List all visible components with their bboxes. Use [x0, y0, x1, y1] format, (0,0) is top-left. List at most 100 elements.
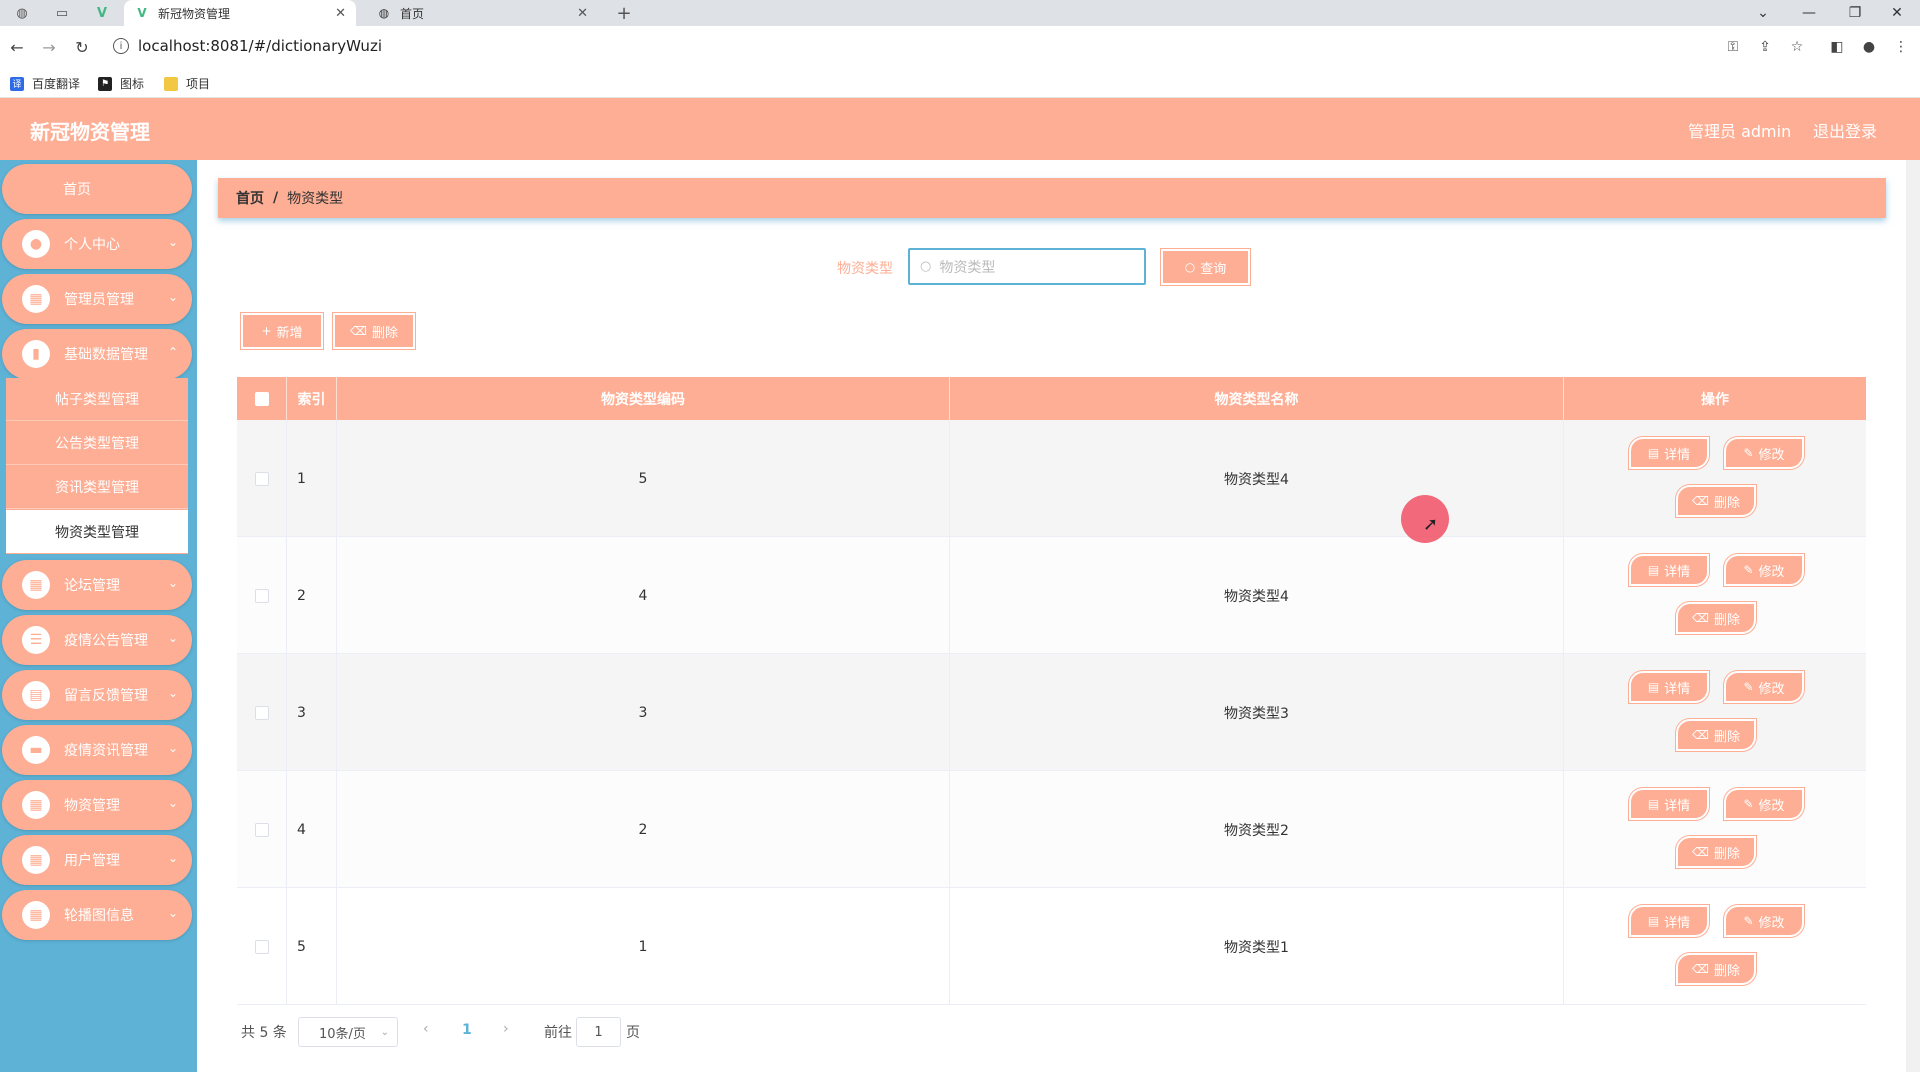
profile-icon[interactable]: ●: [1859, 37, 1879, 57]
bookmark-item[interactable]: ⚑ 图标: [98, 75, 144, 92]
close-icon[interactable]: ✕: [335, 6, 346, 21]
edit-button[interactable]: ✎ 修改: [1724, 788, 1804, 820]
sidebar-item-carousel[interactable]: ▦ 轮播图信息 ⌄: [2, 890, 192, 940]
delete-button[interactable]: ⌫ 删除: [1676, 719, 1756, 751]
edit-button[interactable]: ✎ 修改: [1724, 671, 1804, 703]
name-cell: 物资类型2: [950, 771, 1564, 888]
star-icon[interactable]: ☆: [1787, 37, 1807, 57]
sidebar-item-supplies[interactable]: ▦ 物资管理 ⌄: [2, 780, 192, 830]
table-row: 1 5 物资类型4 ▤ 详情 ✎ 修改 ⌫ 删除: [237, 420, 1866, 537]
sidebar-item-personal[interactable]: ● 个人中心 ⌄: [2, 219, 192, 269]
detail-button[interactable]: ▤ 详情: [1629, 788, 1709, 820]
detail-button-label: 详情: [1664, 681, 1691, 697]
delete-button[interactable]: ⌫ 删除: [1676, 485, 1756, 517]
sidebar: 首页 ● 个人中心 ⌄ ▦ 管理员管理 ⌄ ▮ 基础数据管理 ⌃ 帖子类型管理 …: [0, 160, 197, 1072]
bookmark-item[interactable]: 译 百度翻译: [10, 75, 80, 92]
plus-icon: +: [261, 324, 272, 338]
search-button[interactable]: ○ 查询: [1161, 249, 1250, 285]
sidebar-item-forum[interactable]: ▦ 论坛管理 ⌄: [2, 560, 192, 610]
vue-icon[interactable]: V: [92, 3, 112, 23]
submenu-item-post-type[interactable]: 帖子类型管理: [6, 378, 188, 421]
browser-tabstrip: ◍ ▭ V V 新冠物资管理 ✕ ◍ 首页 ✕ + ⌄ — ❐ ✕: [0, 0, 1920, 26]
row-select-cell: [237, 537, 287, 654]
tab-active[interactable]: V 新冠物资管理 ✕: [124, 0, 356, 26]
app-title: 新冠物资管理: [30, 120, 150, 144]
edit-button[interactable]: ✎ 修改: [1724, 554, 1804, 586]
minimize-icon[interactable]: —: [1786, 0, 1832, 26]
sidebar-item-epidemic-news[interactable]: ▬ 疫情资讯管理 ⌄: [2, 725, 192, 775]
address-bar[interactable]: localhost:8081/#/dictionaryWuzi: [138, 37, 382, 55]
detail-button[interactable]: ▤ 详情: [1629, 905, 1709, 937]
sidebar-item-users[interactable]: ▦ 用户管理 ⌄: [2, 835, 192, 885]
edit-button[interactable]: ✎ 修改: [1724, 437, 1804, 469]
sidebar-item-feedback[interactable]: ▤ 留言反馈管理 ⌄: [2, 670, 192, 720]
chevron-down-icon: ⌄: [167, 290, 178, 304]
bookmark-item[interactable]: 项目: [164, 75, 210, 92]
next-page-icon[interactable]: ›: [503, 1021, 509, 1037]
back-icon[interactable]: ←: [6, 36, 28, 58]
row-checkbox[interactable]: [254, 822, 269, 837]
sidebar-item-admin[interactable]: ▦ 管理员管理 ⌄: [2, 274, 192, 324]
sidebar-item-home[interactable]: 首页: [2, 164, 192, 214]
logout-link[interactable]: 退出登录: [1813, 118, 1877, 142]
sidebar-item-label: 疫情公告管理: [64, 633, 148, 649]
batch-delete-button[interactable]: ⌫ 删除: [333, 313, 415, 349]
add-button[interactable]: + 新增: [241, 313, 323, 349]
breadcrumb-current: 物资类型: [287, 191, 344, 207]
name-cell: 物资类型4: [950, 420, 1564, 537]
forward-icon[interactable]: →: [38, 36, 60, 58]
detail-button[interactable]: ▤ 详情: [1629, 437, 1709, 469]
breadcrumb-home[interactable]: 首页: [236, 188, 264, 208]
prev-page-icon[interactable]: ‹: [423, 1021, 429, 1037]
name-cell: 物资类型4: [950, 537, 1564, 654]
delete-button[interactable]: ⌫ 删除: [1676, 602, 1756, 634]
sidebar-item-label: 个人中心: [64, 237, 120, 253]
globe-icon[interactable]: ◍: [12, 3, 32, 23]
index-cell: 2: [287, 537, 337, 654]
row-checkbox[interactable]: [254, 588, 269, 603]
grid-icon: ▦: [22, 285, 50, 313]
blank-tab-icon[interactable]: ▭: [52, 3, 72, 23]
sidebar-item-basic-data[interactable]: ▮ 基础数据管理 ⌃: [2, 329, 192, 379]
add-button-label: 新增: [276, 325, 303, 341]
new-tab-button[interactable]: +: [614, 3, 634, 24]
goto-label: 前往: [544, 1025, 572, 1041]
delete-button[interactable]: ⌫ 删除: [1676, 953, 1756, 985]
info-icon[interactable]: i: [113, 38, 129, 54]
row-checkbox[interactable]: [254, 939, 269, 954]
menu-icon[interactable]: ⋮: [1891, 37, 1911, 57]
key-icon[interactable]: ⚿: [1723, 37, 1743, 57]
sidebar-toggle-icon[interactable]: ◧: [1827, 37, 1847, 57]
page-scrollbar[interactable]: [1906, 160, 1920, 1072]
submenu-basic-data: 帖子类型管理 公告类型管理 资讯类型管理 物资类型管理: [6, 378, 188, 554]
detail-button[interactable]: ▤ 详情: [1629, 671, 1709, 703]
page-size-select[interactable]: 10条/页 ⌄: [298, 1017, 398, 1047]
cursor-icon: ➚: [1423, 514, 1439, 535]
sidebar-item-epidemic-notice[interactable]: ☰ 疫情公告管理 ⌄: [2, 615, 192, 665]
row-checkbox[interactable]: [254, 705, 269, 720]
chevron-down-icon: ⌄: [167, 906, 178, 920]
tab-search-icon[interactable]: ⌄: [1740, 0, 1786, 26]
window-close-icon[interactable]: ✕: [1874, 0, 1920, 26]
submenu-item-supply-type[interactable]: 物资类型管理: [6, 510, 188, 553]
close-icon[interactable]: ✕: [577, 6, 588, 21]
goto-page-input[interactable]: 1: [576, 1017, 621, 1047]
chevron-down-icon: ⌄: [167, 796, 178, 810]
search-icon: ○: [1184, 260, 1196, 274]
edit-button[interactable]: ✎ 修改: [1724, 905, 1804, 937]
tab-inactive[interactable]: ◍ 首页 ✕: [366, 0, 598, 26]
submenu-item-notice-type[interactable]: 公告类型管理: [6, 422, 188, 465]
row-checkbox[interactable]: [254, 471, 269, 486]
select-all-checkbox[interactable]: [254, 391, 269, 406]
submenu-item-news-type[interactable]: 资讯类型管理: [6, 466, 188, 509]
delete-button[interactable]: ⌫ 删除: [1676, 836, 1756, 868]
restore-icon[interactable]: ❐: [1832, 0, 1878, 26]
search-input[interactable]: ○ 物资类型: [908, 248, 1146, 285]
reload-icon[interactable]: ↻: [71, 36, 93, 58]
tab-title: 新冠物资管理: [158, 6, 231, 21]
table-row: 5 1 物资类型1 ▤ 详情 ✎ 修改 ⌫ 删除: [237, 888, 1866, 1005]
detail-button[interactable]: ▤ 详情: [1629, 554, 1709, 586]
page-number-current[interactable]: 1: [462, 1022, 472, 1038]
bookmark-label: 百度翻译: [32, 77, 81, 91]
share-icon[interactable]: ⇪: [1755, 37, 1775, 57]
